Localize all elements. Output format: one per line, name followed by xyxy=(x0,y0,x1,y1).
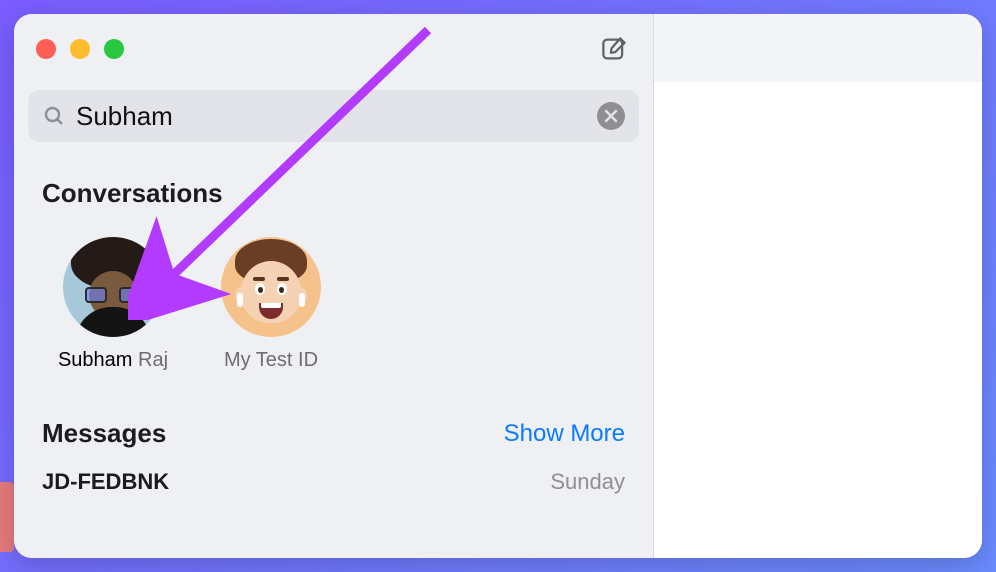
fullscreen-window-button[interactable] xyxy=(104,39,124,59)
search-container xyxy=(14,76,653,150)
messages-heading: Messages xyxy=(42,418,166,449)
message-sender-label: JD-FEDBNK xyxy=(42,469,169,495)
conversation-subham-raj[interactable]: Subham Raj xyxy=(54,237,172,372)
search-icon xyxy=(42,104,66,128)
contact-name-label: Subham Raj xyxy=(58,349,168,372)
conversations-list: Subham Raj My Test ID xyxy=(14,219,653,382)
search-bar[interactable] xyxy=(28,90,639,142)
show-more-link[interactable]: Show More xyxy=(504,420,625,448)
titlebar xyxy=(14,14,653,76)
conversation-pane xyxy=(654,14,982,558)
conversations-heading: Conversations xyxy=(14,150,653,219)
minimize-window-button[interactable] xyxy=(70,39,90,59)
message-row[interactable]: JD-FEDBNK Sunday xyxy=(14,457,653,495)
clear-search-button[interactable] xyxy=(597,102,625,130)
avatar xyxy=(63,237,163,337)
message-time-label: Sunday xyxy=(550,469,625,495)
sidebar: Conversations Subham Raj xyxy=(14,14,654,558)
close-window-button[interactable] xyxy=(36,39,56,59)
compose-icon xyxy=(599,34,629,64)
close-icon xyxy=(604,109,618,123)
content-toolbar-strip xyxy=(654,14,982,82)
compose-button[interactable] xyxy=(597,32,631,66)
contact-name-label: My Test ID xyxy=(224,349,318,372)
search-input[interactable] xyxy=(76,101,597,132)
conversation-my-test-id[interactable]: My Test ID xyxy=(212,237,330,372)
messages-window: Conversations Subham Raj xyxy=(14,14,982,558)
window-controls xyxy=(36,39,124,59)
messages-header: Messages Show More xyxy=(14,382,653,457)
avatar xyxy=(221,237,321,337)
decorative-edge xyxy=(0,482,14,552)
